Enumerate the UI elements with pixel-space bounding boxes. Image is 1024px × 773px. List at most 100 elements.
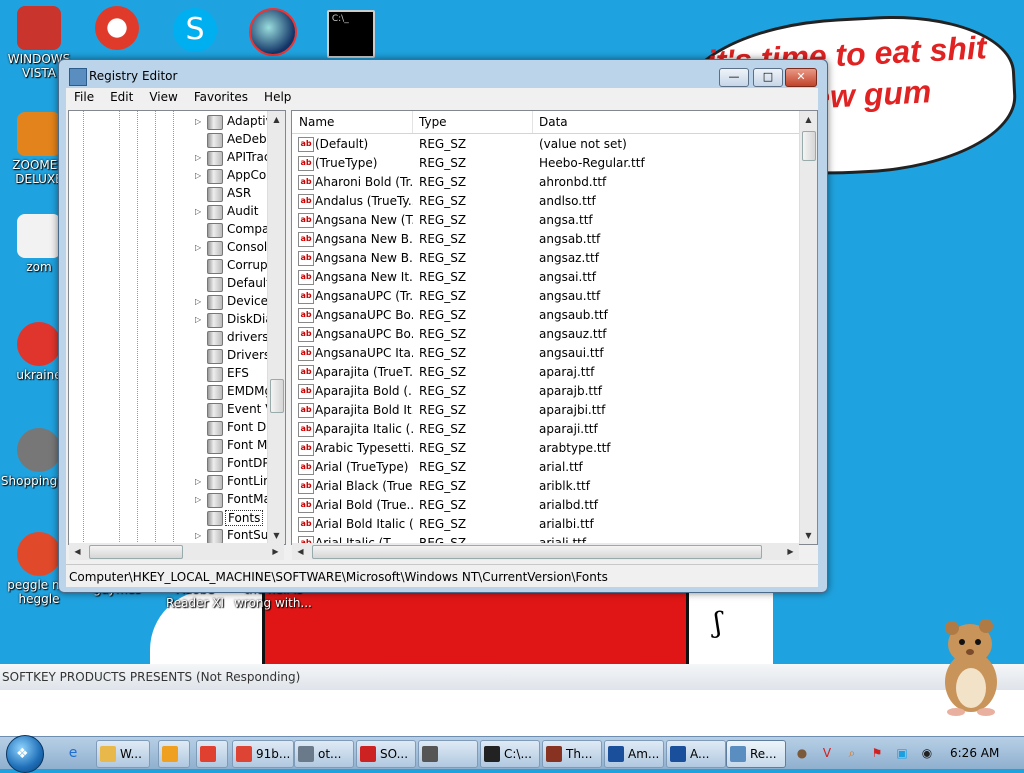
list-row[interactable]: ab Angsana New (T... REG_SZ angsa.ttf <box>292 211 800 230</box>
monitor-tray-icon[interactable]: ▣ <box>894 745 910 761</box>
scroll-left-arrow-icon[interactable]: ◀ <box>292 543 309 560</box>
scroll-down-arrow-icon[interactable]: ▼ <box>800 527 817 544</box>
v-tray-icon[interactable]: V <box>819 745 835 761</box>
menu-edit[interactable]: Edit <box>102 88 141 104</box>
column-header-type[interactable]: Type <box>419 115 447 129</box>
internet-explorer-icon[interactable]: e <box>62 742 84 764</box>
scroll-down-arrow-icon[interactable]: ▼ <box>268 527 285 544</box>
column-separator[interactable] <box>532 111 533 133</box>
list-row[interactable]: ab Arabic Typesetti... REG_SZ arabtype.ttf <box>292 439 800 458</box>
list-vertical-scrollbar[interactable]: ▲ ▼ <box>799 111 817 544</box>
hamster-tray-icon[interactable]: ● <box>794 745 810 761</box>
list-row[interactable]: ab Aharoni Bold (Tr... REG_SZ ahronbd.ttf <box>292 173 800 192</box>
list-row[interactable]: ab Angsana New It... REG_SZ angsai.ttf <box>292 268 800 287</box>
list-row[interactable]: ab Aparajita Italic (... REG_SZ aparaji.ttf <box>292 420 800 439</box>
value-name: AngsanaUPC (Tr... <box>315 289 413 303</box>
column-separator[interactable] <box>412 111 413 133</box>
not-responding-title-bar[interactable]: SOFTKEY PRODUCTS PRESENTS (Not Respondin… <box>0 664 1024 690</box>
taskbar-button[interactable]: Th... <box>542 740 602 768</box>
tree-node-label: Consol <box>227 240 268 254</box>
list-row[interactable]: ab Aparajita Bold (... REG_SZ aparajb.ttf <box>292 382 800 401</box>
expand-arrow-icon[interactable]: ▷ <box>195 153 201 162</box>
tree-node-label: EFS <box>227 366 249 380</box>
list-row[interactable]: ab Angsana New B... REG_SZ angsab.ttf <box>292 230 800 249</box>
taskbar-button-label: W... <box>120 747 142 761</box>
tree-node-label: FontSu <box>227 528 269 542</box>
list-row[interactable]: ab Arial Bold (True... REG_SZ arialbd.ttf <box>292 496 800 515</box>
taskbar-button[interactable]: ot... <box>294 740 354 768</box>
list-row[interactable]: ab Arial Black (True... REG_SZ ariblk.ttf <box>292 477 800 496</box>
values-list[interactable]: Name Type Data ab (Default) REG_SZ (value n… <box>291 110 818 545</box>
taskbar-button[interactable]: A... <box>666 740 726 768</box>
column-header-name[interactable]: Name <box>299 115 334 129</box>
taskbar-button[interactable] <box>418 740 478 768</box>
tree-horizontal-scrollbar[interactable]: ◀ ▶ <box>69 543 284 560</box>
search-tray-icon[interactable]: ⌕ <box>844 745 860 761</box>
peggle-icon <box>17 532 61 576</box>
column-header-data[interactable]: Data <box>539 115 568 129</box>
taskbar-button[interactable]: C:\... <box>480 740 540 768</box>
taskbar-button[interactable]: SO... <box>356 740 416 768</box>
scroll-right-arrow-icon[interactable]: ▶ <box>267 543 284 560</box>
list-row[interactable]: ab Aparajita (TrueT... REG_SZ aparaj.ttf <box>292 363 800 382</box>
list-row[interactable]: ab AngsanaUPC Bo... REG_SZ angsaub.ttf <box>292 306 800 325</box>
tree-node-label: APITrac <box>227 150 271 164</box>
list-horizontal-scrollbar[interactable]: ◀ ▶ <box>292 543 799 560</box>
expand-arrow-icon[interactable]: ▷ <box>195 243 201 252</box>
menu-view[interactable]: View <box>141 88 185 104</box>
close-button[interactable]: ✕ <box>785 68 817 87</box>
scroll-up-arrow-icon[interactable]: ▲ <box>800 111 817 128</box>
client-area: ▷ Adaptiv AeDebu ▷ APITrac ▷ AppCo ASR ▷ Audit Com… <box>66 108 818 564</box>
volume-tray-icon[interactable]: ◉ <box>919 745 935 761</box>
expand-arrow-icon[interactable]: ▷ <box>195 531 201 540</box>
list-row[interactable]: ab (TrueType) REG_SZ Heebo-Regular.ttf <box>292 154 800 173</box>
not-responding-window[interactable]: SOFTKEY PRODUCTS PRESENTS (Not Respondin… <box>0 664 1024 736</box>
list-row[interactable]: ab Angsana New B... REG_SZ angsaz.ttf <box>292 249 800 268</box>
list-row[interactable]: ab AngsanaUPC Ita... REG_SZ angsaui.ttf <box>292 344 800 363</box>
list-row[interactable]: ab AngsanaUPC (Tr... REG_SZ angsau.ttf <box>292 287 800 306</box>
scroll-thumb[interactable] <box>312 545 762 559</box>
flag-tray-icon[interactable]: ⚑ <box>869 745 885 761</box>
list-row[interactable]: ab Andalus (TrueTy... REG_SZ andlso.ttf <box>292 192 800 211</box>
taskbar-button[interactable]: 91b... <box>232 740 294 768</box>
scroll-thumb[interactable] <box>802 131 816 161</box>
expand-arrow-icon[interactable]: ▷ <box>195 495 201 504</box>
list-row[interactable]: ab (Default) REG_SZ (value not set) <box>292 135 800 154</box>
scroll-up-arrow-icon[interactable]: ▲ <box>268 111 285 128</box>
value-data: aparajb.ttf <box>539 384 603 398</box>
key-tree[interactable]: ▷ Adaptiv AeDebu ▷ APITrac ▷ AppCo ASR ▷ Audit Com… <box>68 110 286 545</box>
taskbar-button[interactable]: Am... <box>604 740 664 768</box>
list-row[interactable]: abArial Bold Italic (... REG_SZ arialbi.tt… <box>292 515 800 534</box>
taskbar-button[interactable] <box>158 740 190 768</box>
scroll-right-arrow-icon[interactable]: ▶ <box>782 543 799 560</box>
expand-arrow-icon[interactable]: ▷ <box>195 171 201 180</box>
menu-favorites[interactable]: Favorites <box>186 88 256 104</box>
scroll-left-arrow-icon[interactable]: ◀ <box>69 543 86 560</box>
expand-arrow-icon[interactable]: ▷ <box>195 315 201 324</box>
value-name: Andalus (TrueTy... <box>315 194 413 208</box>
expand-arrow-icon[interactable]: ▷ <box>195 297 201 306</box>
taskbar-button[interactable] <box>196 740 228 768</box>
list-row[interactable]: ab Aparajita Bold It... REG_SZ aparajbi.ttf <box>292 401 800 420</box>
expand-arrow-icon[interactable]: ▷ <box>195 477 201 486</box>
expand-arrow-icon[interactable]: ▷ <box>195 207 201 216</box>
clock[interactable]: 6:26 AM <box>950 746 999 760</box>
title-bar[interactable]: Registry Editor — □ ✕ <box>59 60 827 90</box>
minimize-button[interactable]: — <box>719 68 749 87</box>
skype-icon[interactable]: S <box>156 8 234 54</box>
list-row[interactable]: ab AngsanaUPC Bo... REG_SZ angsauz.ttf <box>292 325 800 344</box>
expand-arrow-icon[interactable]: ▷ <box>195 117 201 126</box>
globe-icon[interactable] <box>234 8 312 58</box>
menu-file[interactable]: File <box>66 88 102 104</box>
scroll-thumb[interactable] <box>89 545 183 559</box>
cmd-icon[interactable]: C:\_ <box>312 10 390 60</box>
peggle-icon[interactable] <box>78 6 156 52</box>
menu-help[interactable]: Help <box>256 88 299 104</box>
scroll-thumb[interactable] <box>270 379 284 413</box>
value-data: arial.ttf <box>539 460 583 474</box>
maximize-button[interactable]: □ <box>753 68 783 87</box>
taskbar-button[interactable]: Re... <box>726 740 786 768</box>
list-row[interactable]: ab Arial (TrueType) REG_SZ arial.ttf <box>292 458 800 477</box>
taskbar-button[interactable]: W... <box>96 740 150 768</box>
tree-vertical-scrollbar[interactable]: ▲ ▼ <box>267 111 285 544</box>
